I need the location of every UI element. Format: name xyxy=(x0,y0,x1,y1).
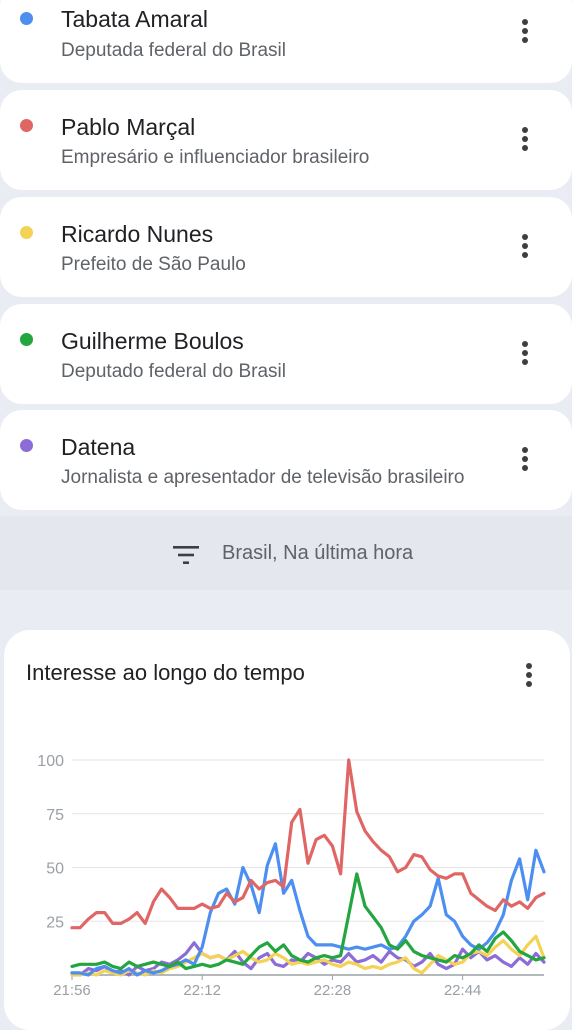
term-description: Empresário e influenciador brasileiro xyxy=(61,147,370,168)
x-tick-label: 22:12 xyxy=(183,982,221,999)
term-card-tabata[interactable]: Tabata Amaral Deputada federal do Brasil xyxy=(0,0,572,83)
interest-line-chart: 25 50 75 100 21:56 22:12 22:28 22:44 xyxy=(37,753,546,999)
filter-bar[interactable]: Brasil, Na última hora xyxy=(0,516,572,590)
term-description: Deputado federal do Brasil xyxy=(61,361,286,382)
series-color-dot xyxy=(20,333,33,346)
term-card-guilherme[interactable]: Guilherme Boulos Deputado federal do Bra… xyxy=(0,304,572,404)
more-vert-icon[interactable] xyxy=(514,338,536,368)
filter-label[interactable]: Brasil, Na última hora xyxy=(222,542,413,565)
term-description: Prefeito de São Paulo xyxy=(61,254,246,275)
term-name: Ricardo Nunes xyxy=(61,221,214,247)
series-color-dot xyxy=(20,226,33,239)
term-card-pablo[interactable]: Pablo Marçal Empresário e influenciador … xyxy=(0,90,572,190)
y-tick-label: 25 xyxy=(46,914,64,931)
term-name: Guilherme Boulos xyxy=(61,328,244,354)
term-name: Pablo Marçal xyxy=(61,114,196,140)
interest-over-time-card: Interesse ao longo do tempo 25 50 75 100 21:… xyxy=(4,630,570,1030)
filter-icon[interactable] xyxy=(172,545,200,565)
term-description: Deputada federal do Brasil xyxy=(61,40,286,61)
y-tick-label: 75 xyxy=(46,807,64,824)
term-name: Datena xyxy=(61,434,136,460)
term-description: Jornalista e apresentador de televisão b… xyxy=(61,467,465,488)
term-card-datena[interactable]: Datena Jornalista e apresentador de tele… xyxy=(0,410,572,510)
y-tick-label: 100 xyxy=(37,753,64,770)
more-vert-icon[interactable] xyxy=(514,124,536,154)
term-card-ricardo[interactable]: Ricardo Nunes Prefeito de São Paulo xyxy=(0,197,572,297)
x-tick-label: 22:44 xyxy=(444,982,482,999)
term-name: Tabata Amaral xyxy=(61,6,209,32)
y-tick-label: 50 xyxy=(46,861,64,878)
x-tick-label: 22:28 xyxy=(314,982,352,999)
series-line-pablo-mar-al xyxy=(70,758,546,930)
series-color-dot xyxy=(20,439,33,452)
x-tick-label: 21:56 xyxy=(53,982,91,999)
more-vert-icon[interactable] xyxy=(514,231,536,261)
more-vert-icon[interactable] xyxy=(514,16,536,46)
series-color-dot xyxy=(20,12,33,25)
series-color-dot xyxy=(20,119,33,132)
more-vert-icon[interactable] xyxy=(514,444,536,474)
